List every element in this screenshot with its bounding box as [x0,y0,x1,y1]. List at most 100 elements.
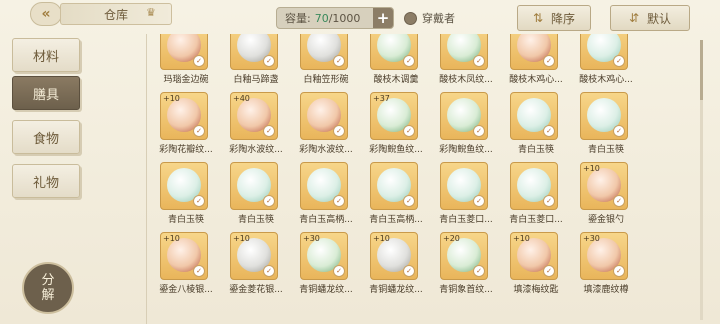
equip-mark-icon: ✓ [473,195,485,207]
equip-mark-icon: ✓ [613,55,625,67]
item-card[interactable]: ✓ [300,162,348,210]
equip-mark-icon: ✓ [613,125,625,137]
equip-mark-icon: ✓ [613,195,625,207]
equip-mark-icon: ✓ [193,125,205,137]
item-card[interactable]: +20 ✓ [440,232,488,280]
item-name: 鎏金八棱银... [159,285,213,295]
item-name: 彩陶水波纹... [229,145,283,155]
item-card[interactable]: +30 ✓ [580,232,628,280]
sort-desc-icon: ⇅ [532,11,544,25]
item-card[interactable]: ✓ [440,162,488,210]
item-name: 青铜象首纹... [439,285,493,295]
item-name: 青铜蟠龙纹... [299,285,353,295]
equip-mark-icon: ✓ [473,265,485,277]
item-level: +10 [513,234,530,243]
item-name: 青白玉筷 [237,215,274,225]
item-card[interactable]: ✓ [160,34,208,70]
item-name: 青白玉筷 [167,215,204,225]
item-name: 彩陶鲵鱼纹... [439,145,493,155]
item-card[interactable]: ✓ [440,92,488,140]
item-level: +10 [163,94,180,103]
equip-mark-icon: ✓ [473,55,485,67]
item-card[interactable]: +10 ✓ [510,232,558,280]
tab-food[interactable]: 食物 [12,120,80,154]
item-name: 青白玉菱口... [509,215,563,225]
item-name: 酸枝木调羹 [373,75,419,85]
double-chevron-left-icon: « [41,6,51,22]
item-card[interactable]: +10 ✓ [580,162,628,210]
item-name: 青白玉筷 [517,145,554,155]
top-bar: « 仓库 ♛ 容量: 70 /1000 + 穿戴者 ⇅ 降序 ⇵ 默认 [0,0,720,32]
item-name: 青白玉高柄... [299,215,353,225]
item-name: 青白玉筷 [587,145,624,155]
radio-icon [404,11,417,25]
equip-mark-icon: ✓ [403,55,415,67]
item-card[interactable]: +10 ✓ [370,232,418,280]
item-name: 白釉马蹄盏 [233,75,279,85]
equip-mark-icon: ✓ [333,125,345,137]
item-card[interactable]: ✓ [510,162,558,210]
item-grid: ✓ 玛瑙金边碗 ✓ 白釉马蹄盏 ✓ 白釉笠形碗 ✓ 酸枝木调羹 ✓ 酸枝木凤纹... ✓ 酸枝木鸡心.… [152,34,692,324]
item-name: 酸枝木鸡心... [509,75,563,85]
expand-capacity-button[interactable]: + [373,8,393,28]
item-card[interactable]: ✓ [370,162,418,210]
equip-mark-icon: ✓ [543,195,555,207]
item-name: 青白玉菱口... [439,215,493,225]
equip-mark-icon: ✓ [403,125,415,137]
equip-mark-icon: ✓ [403,195,415,207]
item-card[interactable]: ✓ [510,92,558,140]
equip-mark-icon: ✓ [263,125,275,137]
item-card[interactable]: +40 ✓ [230,92,278,140]
sort-mode-button[interactable]: ⇵ 默认 [610,5,690,31]
back-button[interactable]: « [30,2,62,26]
item-level: +10 [163,234,180,243]
item-card[interactable]: ✓ [160,162,208,210]
item-name: 酸枝木鸡心... [579,75,633,85]
item-level: +30 [303,234,320,243]
item-card[interactable]: +30 ✓ [300,232,348,280]
equip-mark-icon: ✓ [333,195,345,207]
item-name: 填漆梅纹匙 [513,285,559,295]
item-card[interactable]: +10 ✓ [160,232,208,280]
item-level: +40 [233,94,250,103]
equip-mark-icon: ✓ [263,265,275,277]
item-name: 彩陶水波纹... [299,145,353,155]
item-card[interactable]: ✓ [230,162,278,210]
item-name: 青铜蟠龙纹... [369,285,423,295]
equip-mark-icon: ✓ [333,55,345,67]
scrollbar-thumb[interactable] [700,40,703,100]
item-name: 填漆鹿纹樽 [583,285,629,295]
decompose-button[interactable]: 分 解 [22,262,74,314]
item-card[interactable]: +37 ✓ [370,92,418,140]
equip-mark-icon: ✓ [193,195,205,207]
tab-gifts[interactable]: 礼物 [12,164,80,198]
item-card[interactable]: ✓ [370,34,418,70]
item-card[interactable]: ✓ [580,92,628,140]
item-name: 彩陶花瓣纹... [159,145,213,155]
sort-swap-icon: ⇵ [628,11,640,25]
item-card[interactable]: ✓ [440,34,488,70]
item-card[interactable]: ✓ [580,34,628,70]
equip-mark-icon: ✓ [543,55,555,67]
item-card[interactable]: ✓ [300,92,348,140]
divider [146,34,147,324]
capacity-max: /1000 [328,11,361,25]
sort-mode-label: 默认 [647,11,672,26]
sort-order-button[interactable]: ⇅ 降序 [517,5,591,31]
item-card[interactable]: +10 ✓ [230,232,278,280]
tab-tableware[interactable]: 膳具 [12,76,80,110]
crown-icon: ♛ [146,6,156,19]
equip-mark-icon: ✓ [333,265,345,277]
item-level: +20 [443,234,460,243]
item-card[interactable]: ✓ [230,34,278,70]
item-card[interactable]: ✓ [510,34,558,70]
capacity-label: 容量: [285,12,311,25]
item-card[interactable]: +10 ✓ [160,92,208,140]
item-card[interactable]: ✓ [300,34,348,70]
tab-materials[interactable]: 材料 [12,38,80,72]
equip-mark-icon: ✓ [543,125,555,137]
wearer-filter[interactable]: 穿戴者 [404,9,455,27]
wearer-filter-label: 穿戴者 [422,12,455,25]
equip-mark-icon: ✓ [613,265,625,277]
capacity-display: 容量: 70 /1000 + [276,7,394,29]
